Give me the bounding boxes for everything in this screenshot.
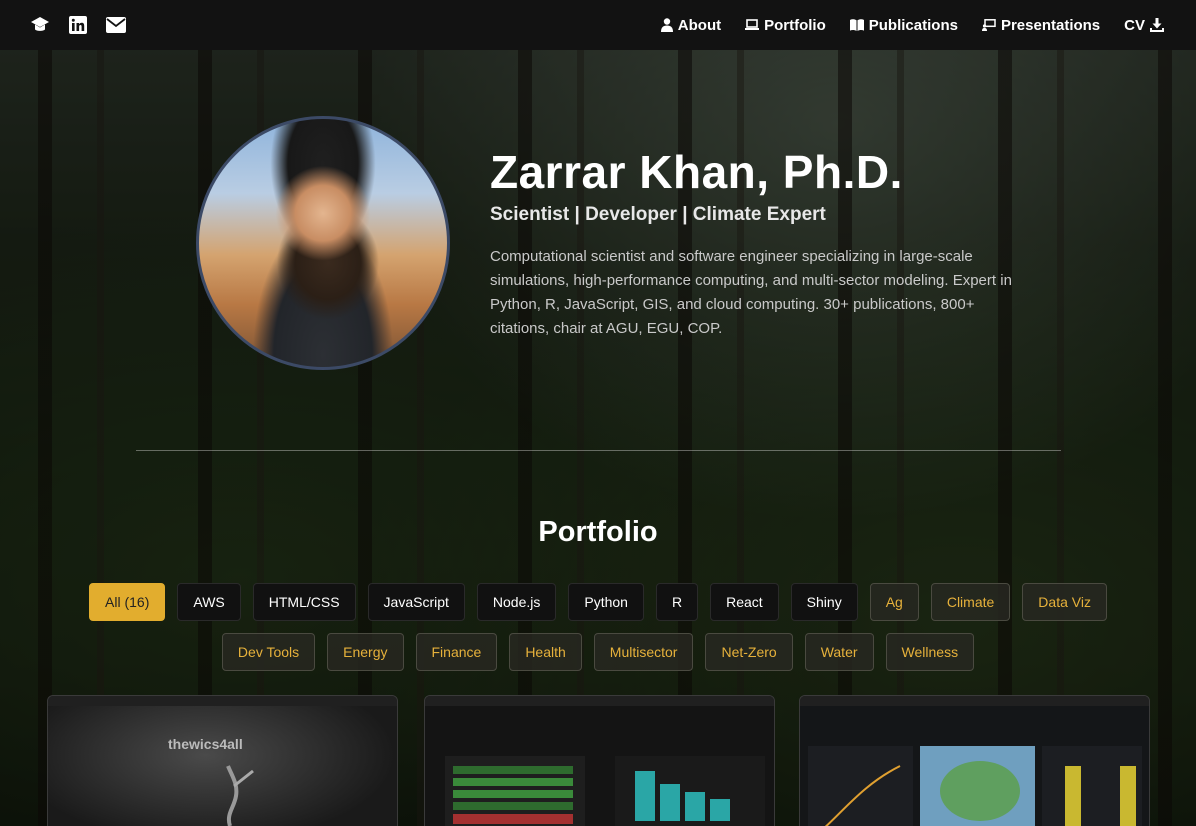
card-preview-header: [800, 696, 1149, 706]
nav-links: About Portfolio Publications Presentatio…: [660, 16, 1166, 34]
social-links: [30, 15, 126, 35]
filter-energy[interactable]: Energy: [327, 633, 404, 671]
nav-portfolio-label: Portfolio: [764, 16, 826, 34]
filter-climate[interactable]: Climate: [930, 583, 1011, 621]
portfolio-card[interactable]: [799, 695, 1150, 826]
hero-name: Zarrar Khan, Ph.D.: [490, 146, 903, 198]
filter-ag[interactable]: Ag: [869, 583, 919, 621]
navbar: About Portfolio Publications Presentatio…: [0, 0, 1196, 50]
nav-about-label: About: [677, 16, 722, 34]
nav-about[interactable]: About: [660, 16, 722, 34]
portfolio-title: Portfolio: [538, 516, 658, 548]
filter-javascript[interactable]: JavaScript: [367, 583, 465, 621]
user-icon: [660, 18, 673, 32]
section-divider: [136, 450, 1061, 451]
download-icon: [1150, 18, 1164, 32]
filter-r[interactable]: R: [655, 583, 699, 621]
hero-tagline: Scientist | Developer | Climate Expert: [490, 204, 826, 225]
portfolio-card[interactable]: thewics4all: [47, 695, 398, 826]
filter-react[interactable]: React: [710, 583, 779, 621]
card-preview-logo: thewics4all: [168, 736, 243, 752]
nav-presentations-label: Presentations: [1000, 16, 1101, 34]
filter-data-viz[interactable]: Data Viz: [1022, 583, 1107, 621]
dashboard-preview-image: [445, 756, 765, 826]
filter-health[interactable]: Health: [509, 633, 582, 671]
nav-publications[interactable]: Publications: [849, 16, 958, 34]
filter-finance[interactable]: Finance: [415, 633, 498, 671]
filter-shiny[interactable]: Shiny: [790, 583, 858, 621]
envelope-icon[interactable]: [106, 15, 126, 35]
nav-cv[interactable]: CV: [1124, 17, 1164, 34]
profile-photo: [196, 116, 450, 370]
filter-all[interactable]: All (16): [89, 583, 166, 621]
portfolio-filters: All (16) AWS HTML/CSS JavaScript Node.js…: [80, 583, 1116, 671]
card-preview-header: [425, 696, 774, 706]
filter-wellness[interactable]: Wellness: [885, 633, 975, 671]
filter-aws[interactable]: AWS: [177, 583, 241, 621]
nav-portfolio[interactable]: Portfolio: [745, 17, 826, 34]
card-preview-header: [48, 696, 397, 706]
presentation-icon: [981, 19, 996, 31]
filter-dev-tools[interactable]: Dev Tools: [221, 633, 316, 671]
nav-presentations[interactable]: Presentations: [981, 16, 1101, 34]
book-icon: [849, 19, 864, 31]
graduation-cap-icon[interactable]: [30, 15, 50, 35]
laptop-icon: [745, 19, 760, 31]
linkedin-icon[interactable]: [68, 15, 88, 35]
filter-water[interactable]: Water: [804, 633, 874, 671]
nav-cv-label: CV: [1124, 16, 1145, 34]
filter-html-css[interactable]: HTML/CSS: [252, 583, 356, 621]
portfolio-card[interactable]: [424, 695, 775, 826]
filter-nodejs[interactable]: Node.js: [476, 583, 557, 621]
filter-multisector[interactable]: Multisector: [593, 633, 694, 671]
climate-dashboard-preview-image: [808, 746, 1142, 826]
nav-publications-label: Publications: [868, 16, 958, 34]
filter-python[interactable]: Python: [568, 583, 644, 621]
hero-bio: Computational scientist and software eng…: [490, 248, 1012, 337]
filter-net-zero[interactable]: Net-Zero: [705, 633, 793, 671]
dancer-silhouette-image: [226, 765, 254, 826]
